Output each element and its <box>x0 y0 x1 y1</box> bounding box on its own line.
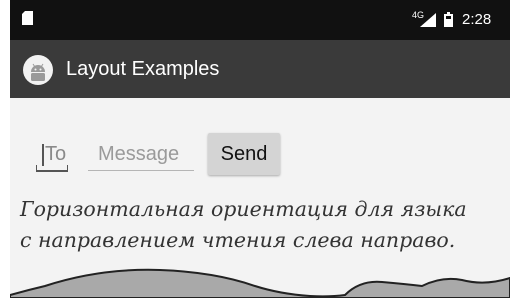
message-field-underline <box>88 170 194 171</box>
hills-illustration <box>10 268 510 298</box>
sd-card-icon <box>22 11 33 25</box>
status-bar: 4G 2:28 <box>10 0 510 40</box>
message-field[interactable]: Message <box>86 140 196 172</box>
battery-icon <box>444 12 453 27</box>
to-field-underline <box>36 170 68 172</box>
caption-line-2: с направлением чтения слева направо. <box>20 228 456 252</box>
send-button[interactable]: Send <box>208 133 280 175</box>
status-clock: 2:28 <box>462 11 492 28</box>
to-placeholder: To <box>45 143 67 165</box>
caption-line-1: Горизонтальная ориентация для языка <box>20 197 467 221</box>
to-field[interactable]: To <box>32 140 70 172</box>
app-title: Layout Examples <box>66 58 220 80</box>
action-bar: Layout Examples <box>10 40 510 98</box>
message-placeholder: Message <box>98 143 180 165</box>
signal-icon <box>420 13 436 27</box>
content-area: To Message Send Горизонтальная ориентаци… <box>10 98 510 298</box>
android-icon <box>23 55 53 85</box>
phone-screen: 4G 2:28 Layout Examples To Message Send … <box>10 0 510 298</box>
caption-text: Горизонтальная ориентация для языка с на… <box>20 194 510 256</box>
text-cursor <box>42 144 44 166</box>
